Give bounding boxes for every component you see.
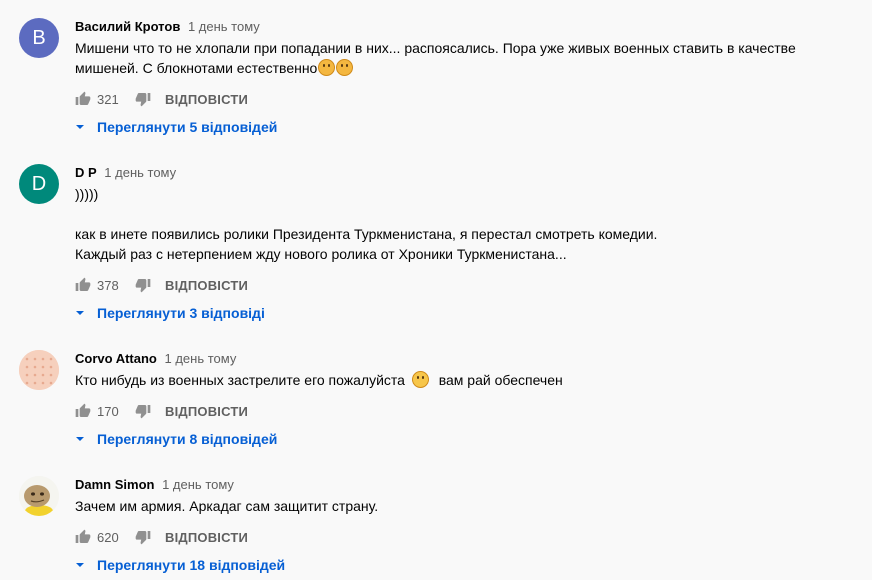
avatar-letter: B <box>32 26 46 49</box>
thumb-down-icon[interactable] <box>135 91 151 107</box>
comment-line-text: мишеней. С блокнотами естественно <box>75 60 318 76</box>
comment-line: Кто нибудь из военных застрелите его пож… <box>75 370 862 390</box>
chevron-down-icon <box>75 119 85 135</box>
view-replies-label: Переглянути 3 відповіді <box>97 305 265 321</box>
comment-time[interactable]: 1 день тому <box>164 351 236 366</box>
comment-author[interactable]: D P <box>75 165 97 180</box>
thinking-emoji-icon <box>336 59 354 76</box>
chevron-down-icon <box>75 557 85 573</box>
view-replies-label: Переглянути 8 відповідей <box>97 431 278 447</box>
smiling-emoji-icon <box>411 371 429 388</box>
comment-actions: 378 ВІДПОВІСТИ <box>75 275 862 295</box>
comment-line: мишеней. С блокнотами естественно <box>75 58 862 78</box>
view-replies-button[interactable]: Переглянути 18 відповідей <box>75 555 862 575</box>
avatar[interactable]: B <box>19 18 59 58</box>
comment-line: как в инете появились ролики Президента … <box>75 226 658 242</box>
comment-header: Corvo Attano 1 день тому <box>75 350 862 368</box>
comment-body: Corvo Attano 1 день тому Кто нибудь из в… <box>75 350 862 449</box>
avatar[interactable]: D <box>19 164 59 204</box>
comment-text: Мишени что то не хлопали при попадании в… <box>75 38 862 78</box>
avatar-cartoon-icon <box>19 476 59 516</box>
comment-text: ))))) как в инете появились ролики Прези… <box>75 184 862 264</box>
comment-time[interactable]: 1 день тому <box>162 477 234 492</box>
comment-header: Damn Simon 1 день тому <box>75 476 862 494</box>
comment-time[interactable]: 1 день тому <box>104 165 176 180</box>
comment-body: Damn Simon 1 день тому Зачем им армия. А… <box>75 476 862 575</box>
view-replies-button[interactable]: Переглянути 3 відповіді <box>75 303 862 323</box>
view-replies-button[interactable]: Переглянути 5 відповідей <box>75 117 862 137</box>
like-count: 620 <box>97 529 119 545</box>
like-count: 378 <box>97 277 119 293</box>
thumb-up-icon[interactable] <box>75 277 91 293</box>
comment-actions: 321 ВІДПОВІСТИ <box>75 89 862 109</box>
comment-line-text: Кто нибудь из военных застрелите его пож… <box>75 372 405 388</box>
comment-author[interactable]: Damn Simon <box>75 477 154 492</box>
like-count: 170 <box>97 403 119 419</box>
comment-line: Зачем им армия. Аркадаг сам защитит стра… <box>75 498 379 514</box>
avatar-pattern-icon <box>19 350 59 390</box>
avatar[interactable] <box>19 350 59 390</box>
comment-body: D P 1 день тому ))))) как в инете появил… <box>75 164 862 323</box>
reply-button[interactable]: ВІДПОВІСТИ <box>165 530 248 545</box>
chevron-down-icon <box>75 431 85 447</box>
comment-line: ))))) <box>75 186 99 202</box>
comment-header: Василий Кротов 1 день тому <box>75 18 862 36</box>
view-replies-label: Переглянути 18 відповідей <box>97 557 286 573</box>
comment-actions: 620 ВІДПОВІСТИ <box>75 527 862 547</box>
thumb-up-icon[interactable] <box>75 91 91 107</box>
thumb-down-icon[interactable] <box>135 403 151 419</box>
comment-author[interactable]: Василий Кротов <box>75 19 180 34</box>
comment-text: Зачем им армия. Аркадаг сам защитит стра… <box>75 496 862 516</box>
thumb-up-icon[interactable] <box>75 529 91 545</box>
comment-author[interactable]: Corvo Attano <box>75 351 157 366</box>
reply-button[interactable]: ВІДПОВІСТИ <box>165 278 248 293</box>
comment-text: Кто нибудь из военных застрелите его пож… <box>75 370 862 390</box>
chevron-down-icon <box>75 305 85 321</box>
comment-blank-line <box>75 204 862 224</box>
comment-line: Каждый раз с нетерпением жду нового роли… <box>75 246 567 262</box>
thumb-down-icon[interactable] <box>135 529 151 545</box>
reply-button[interactable]: ВІДПОВІСТИ <box>165 92 248 107</box>
comment-line-text: вам рай обеспечен <box>438 372 563 388</box>
reply-button[interactable]: ВІДПОВІСТИ <box>165 404 248 419</box>
avatar-letter: D <box>31 172 47 195</box>
comment-actions: 170 ВІДПОВІСТИ <box>75 401 862 421</box>
comment-body: Василий Кротов 1 день тому Мишени что то… <box>75 18 862 137</box>
view-replies-button[interactable]: Переглянути 8 відповідей <box>75 429 862 449</box>
like-count: 321 <box>97 91 119 107</box>
thumb-up-icon[interactable] <box>75 403 91 419</box>
comment-time[interactable]: 1 день тому <box>188 19 260 34</box>
comment-line: Мишени что то не хлопали при попадании в… <box>75 40 796 56</box>
surprised-emoji-icon <box>318 59 336 76</box>
thumb-down-icon[interactable] <box>135 277 151 293</box>
view-replies-label: Переглянути 5 відповідей <box>97 119 278 135</box>
comment-header: D P 1 день тому <box>75 164 862 182</box>
avatar[interactable] <box>19 476 59 516</box>
